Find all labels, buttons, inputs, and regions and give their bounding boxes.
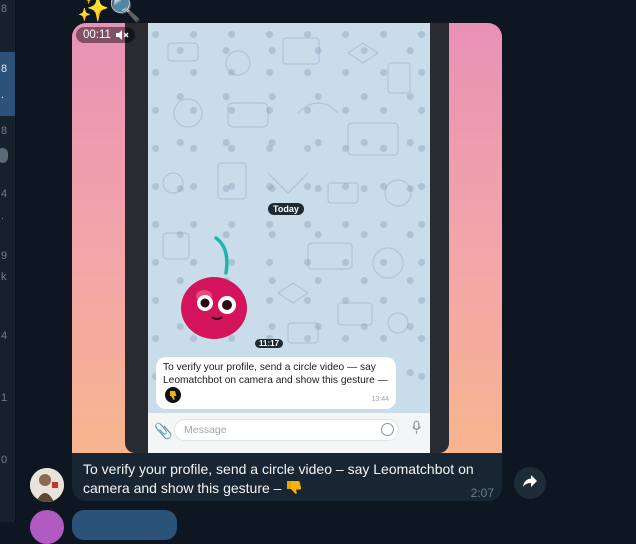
share-button[interactable] <box>514 467 546 499</box>
chat-list-text: 0 <box>1 454 8 466</box>
avatar[interactable] <box>30 468 64 502</box>
video-duration: 00:11 <box>83 29 111 41</box>
phone-screen: Today 11:17 To verify your profile, send… <box>148 23 430 453</box>
video-player[interactable]: Today 11:17 To verify your profile, send… <box>72 23 502 453</box>
thumbs-down-icon <box>285 478 303 496</box>
caption-text: To verify your profile, send a circle vi… <box>83 461 474 496</box>
chat-list-text: . <box>1 89 5 101</box>
chat-list-text: . <box>1 210 5 222</box>
chat-list-text: 8 <box>1 63 8 75</box>
inner-input-bar: 📎 Message <box>148 413 430 453</box>
unread-badge <box>0 148 8 163</box>
chat-list-text: 8 <box>1 3 8 15</box>
microphone-icon <box>411 420 422 438</box>
inner-message-text: To verify your profile, send a circle vi… <box>163 362 388 386</box>
video-duration-badge: 00:11 <box>76 27 135 43</box>
inner-message-time: 13:44 <box>371 395 389 403</box>
chat-list-text: 4 <box>1 330 8 342</box>
avatar[interactable] <box>30 510 64 544</box>
message-time: 2:07 <box>470 486 494 500</box>
sticker-icon <box>381 423 394 436</box>
wallpaper-doodles <box>162 37 412 344</box>
message-caption: To verify your profile, send a circle vi… <box>83 460 494 500</box>
chat-list-text: 4 <box>1 188 8 200</box>
chat-list-text: 9 <box>1 250 8 262</box>
emoji-message: ✨🔍 <box>77 0 142 23</box>
chat-list-text: k <box>1 271 7 283</box>
inner-chat-bubble: To verify your profile, send a circle vi… <box>156 357 396 409</box>
chat-list-text: 8 <box>1 125 8 137</box>
chat-list-active-item[interactable] <box>0 52 15 116</box>
cherry-sticker <box>181 236 247 339</box>
chat-list-strip: 8 8 . 8 4 . 9 k 4 1 0 <box>0 0 16 522</box>
next-message-bubble[interactable] <box>72 510 177 540</box>
thumbs-down-icon <box>165 387 181 403</box>
video-message-bubble[interactable]: Today 11:17 To verify your profile, send… <box>72 23 502 501</box>
date-separator: Today <box>268 203 304 215</box>
share-arrow-icon <box>522 474 538 493</box>
inner-message-field: Message <box>174 419 399 441</box>
muted-speaker-icon[interactable] <box>115 29 129 41</box>
time-separator: 11:17 <box>255 339 284 348</box>
attach-icon: 📎 <box>154 423 173 440</box>
chat-list-text: 1 <box>1 392 8 404</box>
